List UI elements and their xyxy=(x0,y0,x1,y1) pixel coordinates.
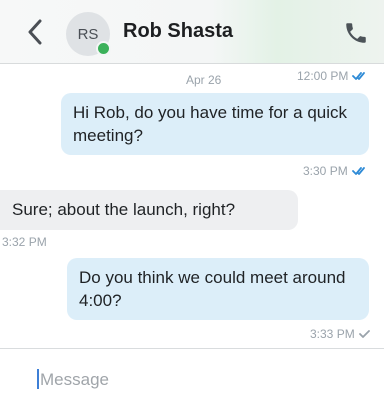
message-meta: 3:32 PM xyxy=(2,235,47,249)
text-caret xyxy=(37,369,39,389)
message-composer[interactable]: Message xyxy=(0,348,384,407)
message-text: Do you think we could meet around 4:00? xyxy=(79,268,346,310)
chevron-left-icon xyxy=(28,19,42,45)
message-time: 3:32 PM xyxy=(2,235,47,249)
back-button[interactable] xyxy=(22,18,48,46)
message-input[interactable]: Message xyxy=(40,370,109,390)
message-text: Sure; about the launch, right? xyxy=(12,200,236,219)
check-icon xyxy=(358,329,370,339)
phone-icon xyxy=(346,23,366,43)
contact-name[interactable]: Rob Shasta xyxy=(123,20,233,43)
message-meta: 12:00 PM xyxy=(297,69,368,83)
conversation-header: RS Rob Shasta xyxy=(0,0,384,64)
double-check-icon xyxy=(352,71,368,81)
date-label: Apr 26 xyxy=(186,73,222,87)
date-separator: Apr 26 xyxy=(186,73,221,87)
double-check-icon xyxy=(351,166,368,176)
message-time: 3:30 PM xyxy=(303,164,348,178)
message-meta: 3:30 PM xyxy=(303,164,368,178)
avatar[interactable]: RS xyxy=(66,12,111,56)
message-bubble-outgoing[interactable]: Do you think we could meet around 4:00? xyxy=(67,258,369,320)
message-text: Hi Rob, do you have time for a quick mee… xyxy=(73,103,348,145)
avatar-initials: RS xyxy=(77,25,99,43)
message-time: 12:00 PM xyxy=(297,69,349,83)
call-button[interactable] xyxy=(343,20,369,46)
message-bubble-outgoing[interactable]: Hi Rob, do you have time for a quick mee… xyxy=(61,93,369,155)
presence-indicator xyxy=(96,41,111,56)
message-time: 3:33 PM xyxy=(310,327,355,341)
message-meta: 3:33 PM xyxy=(310,327,370,341)
message-bubble-incoming[interactable]: Sure; about the launch, right? xyxy=(0,190,298,230)
